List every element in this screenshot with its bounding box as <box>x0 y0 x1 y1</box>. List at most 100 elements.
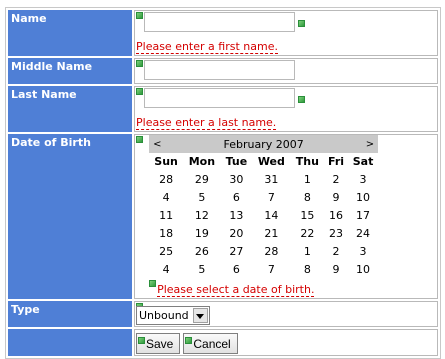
type-label: Type <box>8 301 132 327</box>
buttons-cell: Save Cancel <box>134 329 438 356</box>
calendar-day[interactable]: 7 <box>252 260 291 278</box>
calendar-day[interactable]: 10 <box>348 188 378 206</box>
field-marker-icon <box>136 12 143 19</box>
calendar-day[interactable]: 1 <box>291 170 324 188</box>
calendar-day[interactable]: 28 <box>252 242 291 260</box>
calendar-day[interactable]: 22 <box>291 224 324 242</box>
calendar-week-row: 18 19 20 21 22 23 24 <box>149 224 378 242</box>
dob-row: Date of Birth < February 2007 > Sun Mon … <box>8 134 438 299</box>
calendar-week-row: 4 5 6 7 8 9 10 <box>149 260 378 278</box>
buttons-label-cell <box>8 329 132 356</box>
type-row: Type Unbound <box>8 301 438 327</box>
calendar-day[interactable]: 3 <box>348 170 378 188</box>
last-name-label: Last Name <box>8 86 132 132</box>
dob-label: Date of Birth <box>8 134 132 299</box>
calendar-day[interactable]: 16 <box>324 206 348 224</box>
calendar-day[interactable]: 1 <box>291 242 324 260</box>
calendar-day[interactable]: 7 <box>252 188 291 206</box>
calendar-day[interactable]: 9 <box>324 260 348 278</box>
type-cell: Unbound <box>134 301 438 327</box>
calendar-day[interactable]: 29 <box>183 170 221 188</box>
calendar-day[interactable]: 24 <box>348 224 378 242</box>
calendar-day[interactable]: 13 <box>221 206 252 224</box>
calendar-header: < February 2007 > <box>149 135 379 153</box>
field-marker-icon <box>136 136 143 143</box>
calendar-day[interactable]: 8 <box>291 260 324 278</box>
chevron-down-icon[interactable] <box>192 308 208 323</box>
middle-name-label: Middle Name <box>8 58 132 84</box>
weekday-label: Sat <box>352 155 374 168</box>
type-select[interactable]: Unbound <box>136 306 210 325</box>
field-marker-icon <box>298 20 305 27</box>
weekday-label: Thu <box>295 155 319 168</box>
calendar: < February 2007 > Sun Mon Tue Wed Thu Fr… <box>149 135 379 297</box>
calendar-weekday-row: Sun Mon Tue Wed Thu Fri Sat <box>149 153 378 170</box>
cancel-button[interactable]: Cancel <box>183 333 238 354</box>
calendar-day[interactable]: 18 <box>149 224 183 242</box>
calendar-week-row: 4 5 6 7 8 9 10 <box>149 188 378 206</box>
calendar-day[interactable]: 8 <box>291 188 324 206</box>
calendar-day[interactable]: 10 <box>348 260 378 278</box>
save-button[interactable]: Save <box>136 333 181 354</box>
calendar-day[interactable]: 11 <box>149 206 183 224</box>
field-marker-icon <box>138 337 145 344</box>
calendar-day[interactable]: 28 <box>149 170 183 188</box>
calendar-month-label: February 2007 <box>223 137 304 151</box>
save-button-label: Save <box>146 336 174 351</box>
last-name-row: Last Name Please enter a last name. <box>8 86 438 132</box>
calendar-week-row: 25 26 27 28 1 2 3 <box>149 242 378 260</box>
first-name-error: Please enter a first name. <box>136 40 278 54</box>
calendar-day[interactable]: 27 <box>221 242 252 260</box>
calendar-day[interactable]: 25 <box>149 242 183 260</box>
weekday-label: Wed <box>257 155 285 168</box>
calendar-day[interactable]: 14 <box>252 206 291 224</box>
dob-error-line: Please select a date of birth. <box>149 278 378 297</box>
calendar-day[interactable]: 5 <box>183 188 221 206</box>
calendar-day[interactable]: 5 <box>183 260 221 278</box>
weekday-label: Tue <box>225 155 248 168</box>
buttons-row: Save Cancel <box>8 329 438 356</box>
calendar-day[interactable]: 12 <box>183 206 221 224</box>
calendar-day[interactable]: 2 <box>324 170 348 188</box>
cancel-button-label: Cancel <box>193 336 231 351</box>
calendar-day[interactable]: 6 <box>221 188 252 206</box>
calendar-next-month-button[interactable]: > <box>366 139 374 150</box>
weekday-label: Fri <box>328 155 345 168</box>
person-form: Name Please enter a first name. Middle N… <box>5 7 441 359</box>
calendar-week-row: 11 12 13 14 15 16 17 <box>149 206 378 224</box>
calendar-day[interactable]: 9 <box>324 188 348 206</box>
middle-name-input[interactable] <box>144 60 295 80</box>
calendar-day[interactable]: 17 <box>348 206 378 224</box>
weekday-label: Mon <box>188 155 216 168</box>
calendar-day[interactable]: 30 <box>221 170 252 188</box>
first-name-input[interactable] <box>144 12 295 32</box>
field-marker-icon <box>298 96 305 103</box>
calendar-day[interactable]: 2 <box>324 242 348 260</box>
calendar-grid: Sun Mon Tue Wed Thu Fri Sat 28 29 30 31 … <box>149 153 378 278</box>
dob-error: Please select a date of birth. <box>157 283 315 297</box>
calendar-day[interactable]: 6 <box>221 260 252 278</box>
middle-name-row: Middle Name <box>8 58 438 84</box>
calendar-week-row: 28 29 30 31 1 2 3 <box>149 170 378 188</box>
first-name-cell: Please enter a first name. <box>134 10 438 56</box>
calendar-day[interactable]: 31 <box>252 170 291 188</box>
last-name-cell: Please enter a last name. <box>134 86 438 132</box>
calendar-day[interactable]: 15 <box>291 206 324 224</box>
calendar-day[interactable]: 23 <box>324 224 348 242</box>
calendar-day[interactable]: 4 <box>149 188 183 206</box>
last-name-input[interactable] <box>144 88 295 108</box>
middle-name-cell <box>134 58 438 84</box>
calendar-day[interactable]: 3 <box>348 242 378 260</box>
calendar-day[interactable]: 21 <box>252 224 291 242</box>
calendar-day[interactable]: 4 <box>149 260 183 278</box>
calendar-prev-month-button[interactable]: < <box>153 139 161 150</box>
calendar-day[interactable]: 19 <box>183 224 221 242</box>
field-marker-icon <box>136 60 143 67</box>
field-marker-icon <box>149 280 157 287</box>
dob-cell: < February 2007 > Sun Mon Tue Wed Thu Fr… <box>134 134 438 299</box>
weekday-label: Sun <box>154 155 178 168</box>
calendar-day[interactable]: 20 <box>221 224 252 242</box>
calendar-day[interactable]: 26 <box>183 242 221 260</box>
first-name-row: Name Please enter a first name. <box>8 10 438 56</box>
field-marker-icon <box>136 88 143 95</box>
